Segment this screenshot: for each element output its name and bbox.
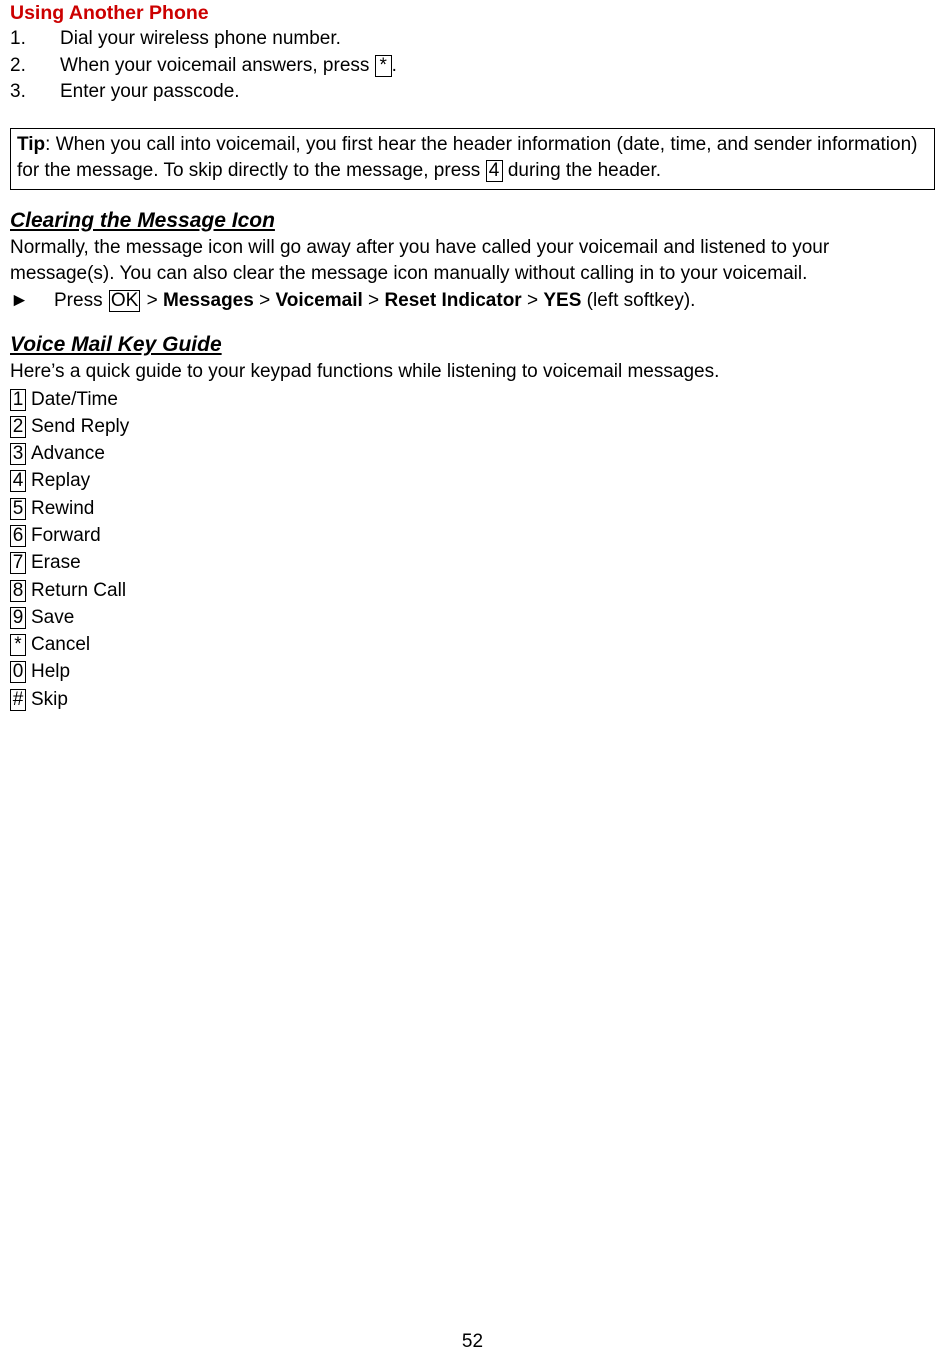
clearing-instruction-line: ► Press OK > Messages > Voicemail > Reset… [10, 288, 935, 315]
step-text-tail: . [391, 54, 397, 76]
key-function-label: Rewind [31, 497, 95, 519]
step-text: Enter your passcode. [60, 81, 240, 102]
softkey-note: (left softkey). [581, 289, 696, 311]
tip-text-after: during the header. [502, 160, 662, 181]
key-function-label: Save [31, 606, 75, 628]
list-item: # Skip [10, 686, 935, 713]
key-2-glyph: 2 [10, 415, 26, 438]
key-function-label: Replay [31, 470, 91, 492]
step-number: 2. [10, 54, 26, 76]
step-number: 3. [10, 81, 26, 102]
key-function-label: Cancel [31, 634, 91, 656]
key-6-glyph: 6 [10, 524, 26, 547]
section-heading-clearing-the-message-icon: Clearing the Message Icon [10, 208, 275, 232]
key-7-glyph: 7 [10, 552, 26, 575]
list-item: 7 Erase [10, 549, 935, 576]
step-text: When your voicemail answers, press [60, 54, 375, 76]
separator: > [141, 289, 163, 311]
menu-item-messages: Messages [162, 289, 254, 311]
key-function-label: Return Call [31, 579, 127, 601]
list-item: 5 Rewind [10, 495, 935, 522]
steps-list: 1. Dial your wireless phone number. 2. Whe… [10, 26, 935, 106]
page-content: Using Another Phone 1. Dial your wireless… [10, 0, 935, 713]
key-function-label: Forward [31, 524, 101, 546]
key-function-label: Skip [31, 688, 68, 710]
right-arrow-icon: ► [10, 289, 29, 311]
separator: > [362, 289, 385, 311]
key-hash-glyph: # [10, 688, 26, 711]
key-4-glyph: 4 [10, 470, 26, 493]
key-function-label: Date/Time [31, 388, 118, 410]
tip-text-before: : When you call into voicemail, you firs… [17, 133, 918, 182]
list-item: 3 Advance [10, 440, 935, 467]
press-label: Press [54, 289, 108, 311]
tip-label: Tip [17, 133, 46, 155]
separator: > [521, 289, 544, 311]
section-heading-voice-mail-key-guide: Voice Mail Key Guide [10, 333, 222, 356]
list-item: 1. Dial your wireless phone number. [10, 26, 935, 53]
step-text: Dial your wireless phone number. [60, 28, 341, 49]
list-item: 1 Date/Time [10, 386, 935, 413]
key-5-glyph: 5 [10, 497, 26, 520]
list-item: 4 Replay [10, 467, 935, 494]
key-8-glyph: 8 [10, 579, 26, 602]
separator: > [253, 289, 276, 311]
list-item: 0 Help [10, 658, 935, 685]
key-3-glyph: 3 [10, 443, 26, 466]
list-item: * Cancel [10, 631, 935, 658]
page-number: 52 [461, 1331, 484, 1352]
star-key-glyph: * [374, 54, 392, 77]
key-guide-intro: Here’s a quick guide to your keypad func… [10, 361, 720, 382]
list-item: 2 Send Reply [10, 413, 935, 440]
key-function-label: Advance [31, 443, 105, 465]
key-function-label: Help [31, 661, 71, 683]
tip-box: Tip: When you call into voicemail, you f… [10, 127, 935, 190]
key-0-glyph: 0 [10, 661, 26, 684]
key-function-label: Send Reply [31, 415, 130, 437]
section-heading-using-another-phone: Using Another Phone [10, 2, 209, 24]
key-9-glyph: 9 [10, 606, 26, 629]
step-number: 1. [10, 28, 26, 49]
list-item: 6 Forward [10, 522, 935, 549]
document-page: Using Another Phone 1. Dial your wireless… [0, 0, 945, 1359]
list-item: 3. Enter your passcode. [10, 79, 935, 106]
list-item: 9 Save [10, 604, 935, 631]
clearing-paragraph: Normally, the message icon will go away … [10, 236, 830, 285]
key-1-glyph: 1 [10, 388, 26, 411]
menu-item-voicemail: Voicemail [275, 289, 363, 311]
list-item: 8 Return Call [10, 577, 935, 604]
key-star-glyph: * [10, 634, 26, 657]
menu-item-reset-indicator: Reset Indicator [384, 289, 522, 311]
ok-key-glyph: OK [108, 289, 141, 312]
key-function-label: Erase [31, 552, 81, 574]
list-item: 2. When your voicemail answers, press *. [10, 53, 935, 80]
menu-item-yes: YES [543, 289, 582, 311]
key-guide-list: 1 Date/Time 2 Send Reply 3 Advance 4 Replay … [10, 386, 935, 714]
four-key-glyph: 4 [485, 160, 503, 182]
